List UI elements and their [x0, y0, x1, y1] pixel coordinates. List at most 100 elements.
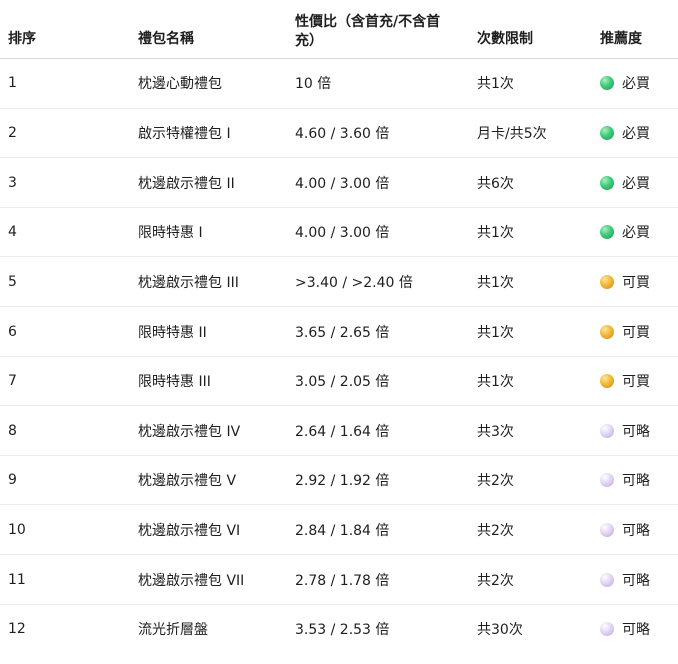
recommend-label: 可略 — [622, 522, 650, 539]
recommend-label: 可買 — [622, 324, 650, 341]
table-row: 12 流光折層盤 3.53 / 2.53 倍 共30次 可略 — [0, 603, 678, 654]
recommend-label: 必買 — [622, 126, 650, 143]
header-ratio: 性價比（含首充/不含首充） — [295, 14, 441, 49]
pack-name-cell: 枕邊啟示禮包 VII — [138, 572, 245, 589]
pack-name-cell: 限時特惠 II — [138, 324, 207, 341]
green-dot-icon — [600, 126, 614, 141]
table-row: 11 枕邊啟示禮包 VII 2.78 / 1.78 倍 共2次 可略 — [0, 554, 678, 604]
recommend-cell: 可買 — [600, 257, 650, 306]
ratio-cell: 4.00 / 3.00 倍 — [295, 225, 390, 242]
recommend-cell: 可買 — [600, 357, 650, 406]
lavender-dot-icon — [600, 473, 614, 488]
ratio-cell: 4.00 / 3.00 倍 — [295, 175, 390, 192]
recommend-cell: 可略 — [600, 555, 650, 604]
lavender-dot-icon — [600, 572, 614, 587]
header-limit: 次數限制 — [477, 31, 533, 47]
recommend-cell: 必買 — [600, 208, 650, 257]
pack-name-cell: 枕邊啟示禮包 II — [138, 175, 235, 192]
table-row: 5 枕邊啟示禮包 III >3.40 / >2.40 倍 共1次 可買 — [0, 256, 678, 306]
recommend-label: 必買 — [622, 225, 650, 242]
recommend-cell: 必買 — [600, 158, 650, 207]
rank-cell: 5 — [8, 273, 17, 290]
lavender-dot-icon — [600, 522, 614, 537]
pack-name-cell: 限時特惠 I — [138, 225, 203, 242]
recommend-cell: 可略 — [600, 505, 650, 554]
ratio-cell: 4.60 / 3.60 倍 — [295, 126, 390, 143]
pack-name-cell: 枕邊啟示禮包 III — [138, 274, 239, 291]
rank-cell: 9 — [8, 472, 17, 489]
limit-cell: 共1次 — [477, 274, 514, 291]
recommend-label: 可買 — [622, 374, 650, 391]
ratio-cell: >3.40 / >2.40 倍 — [295, 274, 413, 291]
yellow-dot-icon — [600, 324, 614, 339]
table-row: 10 枕邊啟示禮包 VI 2.84 / 1.84 倍 共2次 可略 — [0, 504, 678, 554]
ratio-cell: 2.92 / 1.92 倍 — [295, 473, 390, 490]
recommend-label: 可略 — [622, 572, 650, 589]
recommend-cell: 可買 — [600, 307, 650, 356]
limit-cell: 共6次 — [477, 175, 514, 192]
recommend-cell: 必買 — [600, 109, 650, 158]
yellow-dot-icon — [600, 274, 614, 289]
recommend-label: 必買 — [622, 175, 650, 192]
limit-cell: 共2次 — [477, 572, 514, 589]
recommend-label: 可略 — [622, 423, 650, 440]
recommend-cell: 可略 — [600, 456, 650, 505]
table-row: 3 枕邊啟示禮包 II 4.00 / 3.00 倍 共6次 必買 — [0, 157, 678, 207]
rank-cell: 12 — [8, 621, 26, 638]
pack-name-cell: 啟示特權禮包 I — [138, 126, 231, 143]
pack-name-cell: 枕邊啟示禮包 VI — [138, 522, 241, 539]
header-rank: 排序 — [8, 31, 36, 47]
pack-name-cell: 枕邊啟示禮包 V — [138, 473, 237, 490]
ratio-cell: 3.53 / 2.53 倍 — [295, 622, 390, 639]
table-row: 9 枕邊啟示禮包 V 2.92 / 1.92 倍 共2次 可略 — [0, 454, 678, 505]
rank-cell: 7 — [8, 373, 17, 390]
header-recommend: 推薦度 — [600, 31, 642, 47]
ratio-cell: 2.64 / 1.64 倍 — [295, 423, 390, 440]
rank-cell: 3 — [8, 174, 17, 191]
table-row: 4 限時特惠 I 4.00 / 3.00 倍 共1次 必買 — [0, 206, 678, 257]
pack-name-cell: 枕邊心動禮包 — [138, 75, 222, 92]
limit-cell: 共1次 — [477, 225, 514, 242]
table-header: 排序 禮包名稱 性價比（含首充/不含首充） 次數限制 推薦度 — [0, 0, 678, 59]
gift-pack-table: 排序 禮包名稱 性價比（含首充/不含首充） 次數限制 推薦度 1 枕邊心動禮包 10… — [0, 0, 678, 664]
limit-cell: 共2次 — [477, 522, 514, 539]
pack-name-cell: 枕邊啟示禮包 IV — [138, 423, 241, 440]
header-name: 禮包名稱 — [138, 31, 194, 47]
table-row: 7 限時特惠 III 3.05 / 2.05 倍 共1次 可買 — [0, 355, 678, 406]
lavender-dot-icon — [600, 622, 614, 637]
recommend-cell: 必買 — [600, 58, 650, 107]
ratio-cell: 3.65 / 2.65 倍 — [295, 324, 390, 341]
recommend-label: 可買 — [622, 274, 650, 291]
green-dot-icon — [600, 75, 614, 90]
recommend-label: 可略 — [622, 473, 650, 490]
rank-cell: 6 — [8, 323, 17, 340]
rank-cell: 2 — [8, 125, 17, 142]
limit-cell: 月卡/共5次 — [477, 126, 547, 143]
ratio-cell: 2.78 / 1.78 倍 — [295, 572, 390, 589]
table-row: 2 啟示特權禮包 I 4.60 / 3.60 倍 月卡/共5次 必買 — [0, 107, 678, 158]
recommend-cell: 可略 — [600, 406, 650, 455]
limit-cell: 共1次 — [477, 324, 514, 341]
recommend-label: 可略 — [622, 622, 650, 639]
recommend-label: 必買 — [622, 75, 650, 92]
rank-cell: 8 — [8, 422, 17, 439]
ratio-cell: 3.05 / 2.05 倍 — [295, 374, 390, 391]
pack-name-cell: 限時特惠 III — [138, 374, 211, 391]
rank-cell: 10 — [8, 521, 26, 538]
table-row: 8 枕邊啟示禮包 IV 2.64 / 1.64 倍 共3次 可略 — [0, 405, 678, 455]
limit-cell: 共1次 — [477, 75, 514, 92]
ratio-cell: 2.84 / 1.84 倍 — [295, 522, 390, 539]
limit-cell: 共30次 — [477, 622, 523, 639]
limit-cell: 共2次 — [477, 473, 514, 490]
limit-cell: 共1次 — [477, 374, 514, 391]
green-dot-icon — [600, 175, 614, 190]
green-dot-icon — [600, 225, 614, 240]
rank-cell: 1 — [8, 74, 17, 91]
rank-cell: 4 — [8, 224, 17, 241]
limit-cell: 共3次 — [477, 423, 514, 440]
rank-cell: 11 — [8, 571, 26, 588]
table-row: 6 限時特惠 II 3.65 / 2.65 倍 共1次 可買 — [0, 306, 678, 356]
lavender-dot-icon — [600, 423, 614, 438]
ratio-cell: 10 倍 — [295, 75, 332, 92]
recommend-cell: 可略 — [600, 605, 650, 654]
